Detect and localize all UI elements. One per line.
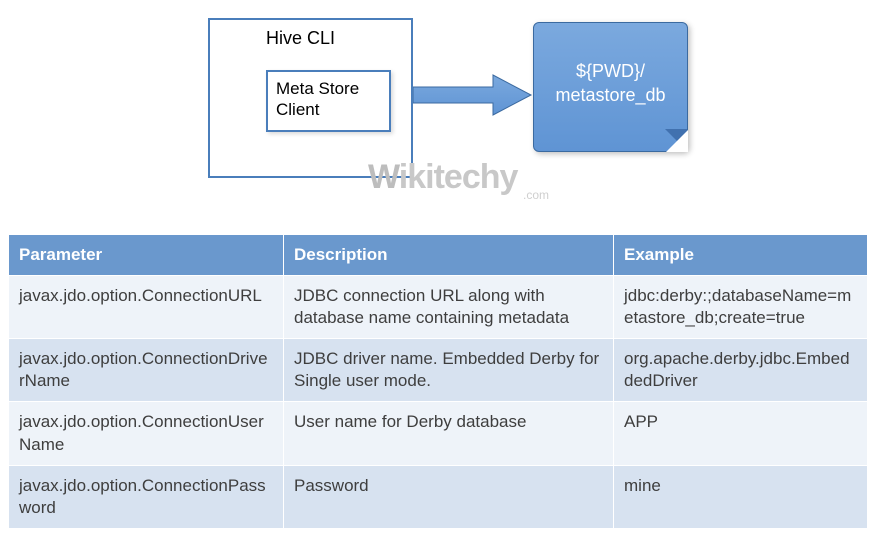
table-row: javax.jdo.option.ConnectionUserName User… bbox=[9, 402, 868, 465]
metastore-client-box: Meta Store Client bbox=[266, 70, 391, 132]
cell-desc: JDBC connection URL along with database … bbox=[284, 276, 614, 339]
cell-param: javax.jdo.option.ConnectionURL bbox=[9, 276, 284, 339]
cell-desc: JDBC driver name. Embedded Derby for Sin… bbox=[284, 339, 614, 402]
cell-desc: Password bbox=[284, 465, 614, 528]
metastore-db-note: ${PWD}/ metastore_db bbox=[533, 22, 688, 152]
table-row: javax.jdo.option.ConnectionPassword Pass… bbox=[9, 465, 868, 528]
header-parameter: Parameter bbox=[9, 235, 284, 276]
hive-cli-box: Hive CLI Meta Store Client bbox=[208, 18, 413, 178]
note-line1: ${PWD}/ bbox=[576, 61, 645, 81]
architecture-diagram: Hive CLI Meta Store Client ${PWD}/ metas… bbox=[188, 10, 868, 210]
cell-ex: jdbc:derby:;databaseName=metastore_db;cr… bbox=[614, 276, 868, 339]
cell-param: javax.jdo.option.ConnectionUserName bbox=[9, 402, 284, 465]
watermark-sub: .com bbox=[523, 188, 549, 202]
hive-cli-label: Hive CLI bbox=[210, 20, 411, 49]
arrow-icon bbox=[413, 70, 533, 120]
note-line2: metastore_db bbox=[555, 85, 665, 105]
table-row: javax.jdo.option.ConnectionURL JDBC conn… bbox=[9, 276, 868, 339]
cell-param: javax.jdo.option.ConnectionPassword bbox=[9, 465, 284, 528]
table-row: javax.jdo.option.ConnectionDriverName JD… bbox=[9, 339, 868, 402]
watermark-logo: Wikitechy bbox=[368, 158, 517, 197]
watermark-text: ikitechy bbox=[399, 158, 518, 196]
cell-desc: User name for Derby database bbox=[284, 402, 614, 465]
header-description: Description bbox=[284, 235, 614, 276]
page-fold-icon bbox=[666, 130, 688, 152]
cell-ex: mine bbox=[614, 465, 868, 528]
cell-param: javax.jdo.option.ConnectionDriverName bbox=[9, 339, 284, 402]
cell-ex: APP bbox=[614, 402, 868, 465]
parameters-table: Parameter Description Example javax.jdo.… bbox=[8, 234, 868, 529]
header-example: Example bbox=[614, 235, 868, 276]
cell-ex: org.apache.derby.jdbc.EmbeddedDriver bbox=[614, 339, 868, 402]
table-header-row: Parameter Description Example bbox=[9, 235, 868, 276]
